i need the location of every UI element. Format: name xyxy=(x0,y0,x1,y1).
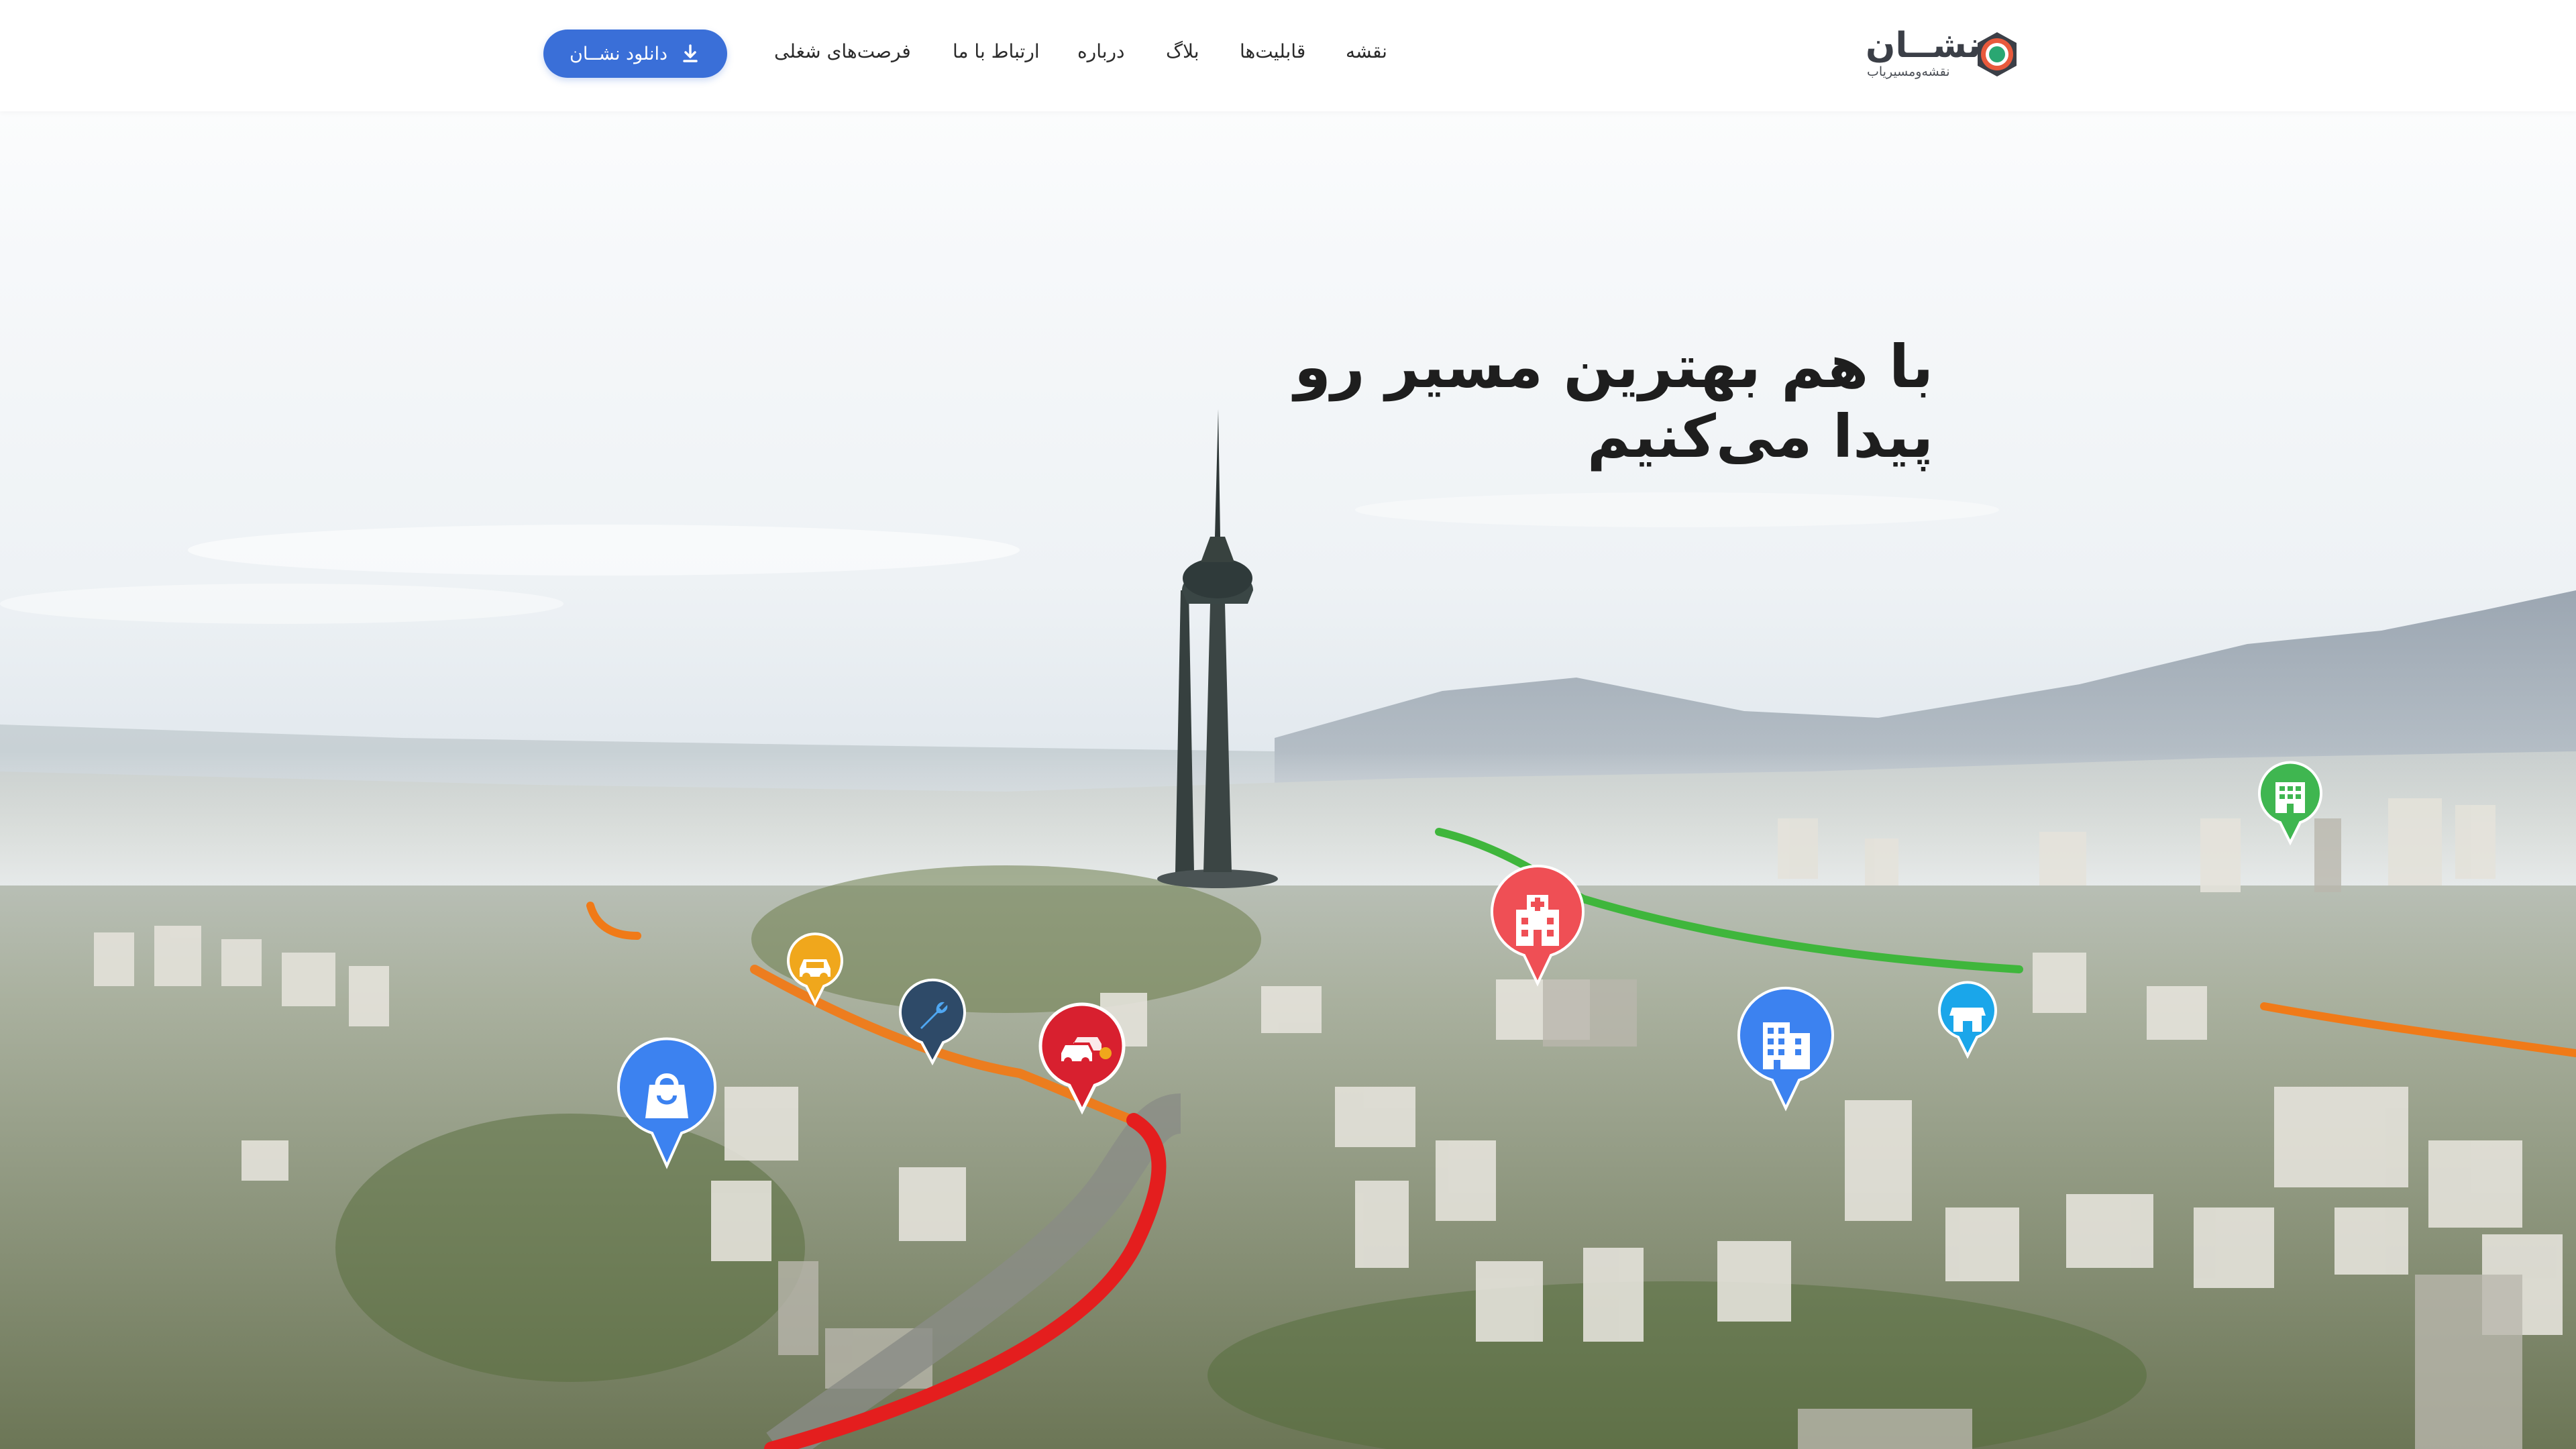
nav-item-map[interactable]: نقشه xyxy=(1346,40,1387,62)
apartment-building-icon xyxy=(2275,782,2305,813)
top-navigation-bar: دانلود نشــان فرصت‌های شغلی ارتباط با ما… xyxy=(0,0,2576,111)
apartment-pin[interactable] xyxy=(2257,761,2324,846)
neshan-logo[interactable]: نشــان نقشه‌ومسیریاب xyxy=(1862,25,2023,87)
city-background-illustration xyxy=(0,409,2576,1449)
nav-item-features[interactable]: قابلیت‌ها xyxy=(1240,40,1305,62)
download-app-button-label: دانلود نشــان xyxy=(570,43,668,64)
shopping-bag-pin[interactable] xyxy=(616,1037,718,1169)
neshan-logo-icon xyxy=(1978,32,2017,76)
nav-item-contact[interactable]: ارتباط با ما xyxy=(953,40,1040,62)
logo-wordmark: نشــان xyxy=(1866,25,1981,66)
nav-item-careers[interactable]: فرصت‌های شغلی xyxy=(774,40,911,62)
office-building-pin[interactable] xyxy=(1736,986,1835,1112)
hero-headline-line-2: پیدا می‌کنیم xyxy=(1587,402,1933,471)
download-icon xyxy=(683,44,698,62)
traffic-pin[interactable] xyxy=(1038,1002,1126,1115)
hospital-pin[interactable] xyxy=(1489,865,1586,987)
car-service-pin[interactable] xyxy=(786,932,844,1007)
nav-item-blog[interactable]: بلاگ xyxy=(1166,40,1199,62)
logo-tagline: نقشه‌ومسیریاب xyxy=(1867,64,1950,79)
hero-headline-line-1: با هم بهترین مسیر رو xyxy=(1294,332,1933,401)
hero-section: با هم بهترین مسیر رو پیدا می‌کنیم xyxy=(0,0,2576,1449)
store-icon xyxy=(1949,1008,1986,1032)
download-app-button[interactable]: دانلود نشــان xyxy=(543,30,727,78)
hero-headline: با هم بهترین مسیر رو پیدا می‌کنیم xyxy=(1195,332,1933,472)
repair-shop-pin[interactable] xyxy=(898,978,967,1066)
nav-item-about[interactable]: درباره xyxy=(1077,40,1125,62)
store-pin[interactable] xyxy=(1937,981,1998,1059)
